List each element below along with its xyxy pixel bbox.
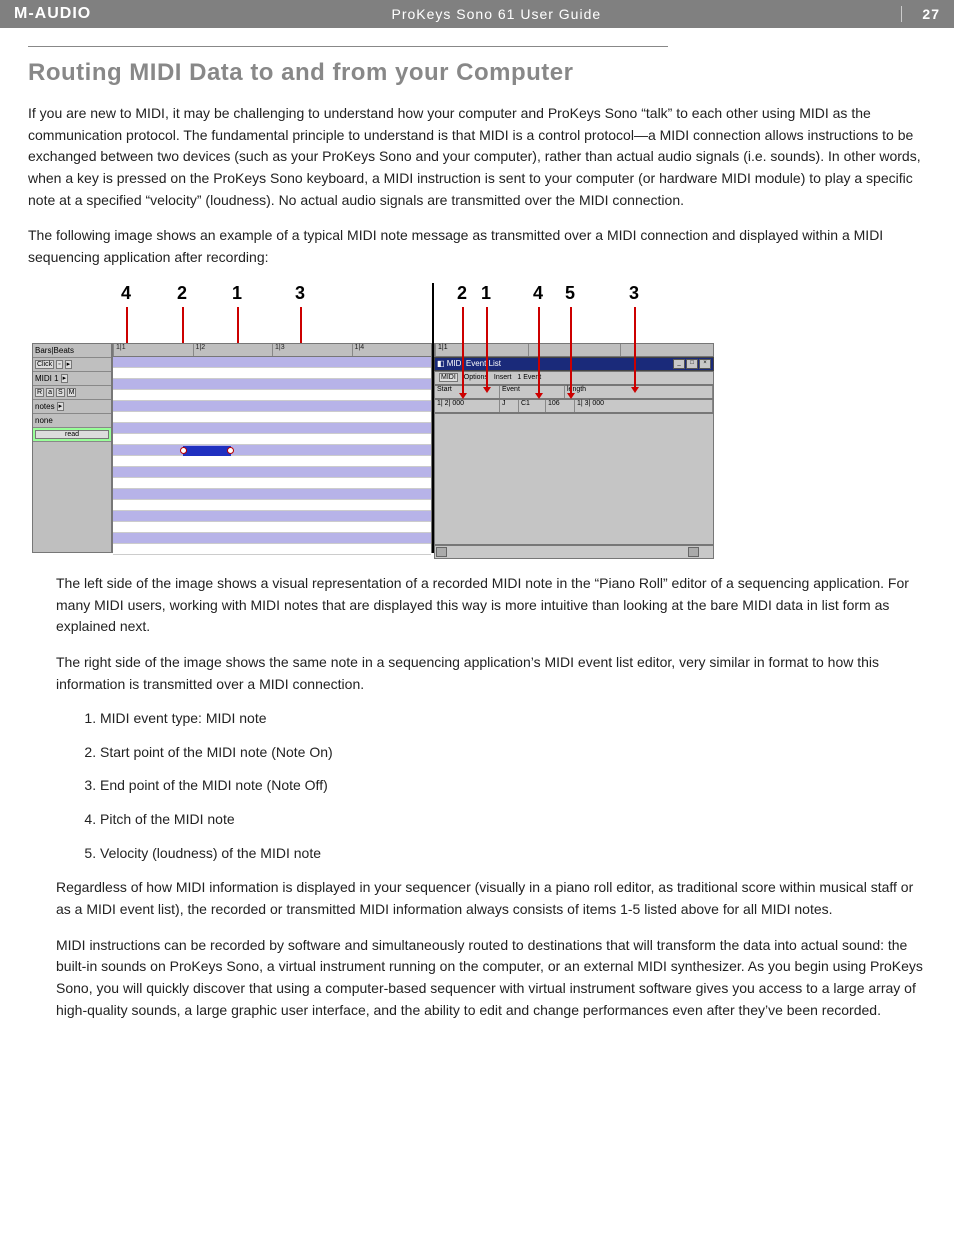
cell-type: J [500, 400, 519, 412]
callout-5: 5 [565, 283, 575, 304]
list-item: Velocity (loudness) of the MIDI note [100, 844, 926, 864]
paragraph-2: The following image shows an example of … [28, 225, 926, 268]
callout-3: 3 [295, 283, 305, 304]
callout-4: 4 [533, 283, 543, 304]
rec-btn[interactable]: R [35, 388, 44, 397]
piano-roll-grid[interactable]: 1|1 1|2 1|3 1|4 [112, 343, 432, 553]
view-notes: notes [35, 402, 55, 411]
page-header: M-AUDIO ProKeys Sono 61 User Guide 27 [0, 0, 954, 28]
list-item: Pitch of the MIDI note [100, 810, 926, 830]
event-list-app: 1|1 ◧ MIDI Event List _ □ × MIDI Options… [434, 343, 714, 553]
tiny-btn[interactable]: ▸ [61, 374, 69, 383]
window-title: ◧ MIDI Event List [437, 359, 501, 368]
maximize-icon[interactable]: □ [686, 359, 698, 369]
cell-pitch: C1 [519, 400, 546, 412]
event-list-titlebar[interactable]: ◧ MIDI Event List _ □ × [434, 357, 714, 371]
midi-note[interactable] [183, 446, 231, 456]
automation-read[interactable]: read [35, 430, 109, 439]
minimize-icon[interactable]: _ [673, 359, 685, 369]
click-button[interactable]: Click [35, 360, 54, 369]
event-count: 1 Event [517, 374, 541, 381]
callout-1: 1 [232, 283, 242, 304]
col-length: length [565, 386, 713, 398]
callout-2: 2 [177, 283, 187, 304]
event-list-timeline-top: 1|1 [434, 343, 714, 357]
event-list-body[interactable] [434, 413, 714, 545]
figure-right-event-list: 2 1 4 5 3 1|1 ◧ MIDI Event List [432, 283, 714, 553]
brand-logo: M-AUDIO [14, 5, 91, 23]
page-content: Routing MIDI Data to and from your Compu… [0, 28, 954, 1075]
left-callout-row: 4 2 1 3 [32, 283, 432, 309]
options-button[interactable]: Options [464, 374, 488, 381]
piano-roll-sidebar: Bars|Beats Click◦▸ MIDI 1▸ R a S M notes… [32, 343, 112, 553]
col-start: Start [435, 386, 500, 398]
list-item: MIDI event type: MIDI note [100, 709, 926, 729]
right-callout-row: 2 1 4 5 3 [434, 283, 714, 309]
mute-btn[interactable]: M [67, 388, 77, 397]
paragraph-3: The left side of the image shows a visua… [56, 573, 926, 638]
tiny-btn[interactable]: ◦ [56, 360, 62, 369]
solo-btn[interactable]: S [56, 388, 65, 397]
pr-header: Bars|Beats [33, 344, 111, 358]
doc-title: ProKeys Sono 61 User Guide [91, 6, 901, 22]
close-icon[interactable]: × [699, 359, 711, 369]
event-list-scrollbar[interactable] [434, 545, 714, 559]
paragraph-4: The right side of the image shows the sa… [56, 652, 926, 695]
paragraph-1: If you are new to MIDI, it may be challe… [28, 103, 926, 211]
piano-roll-app: Bars|Beats Click◦▸ MIDI 1▸ R a S M notes… [32, 343, 432, 553]
cell-velocity: 106 [546, 400, 575, 412]
midi-filter-button[interactable]: MIDI [439, 373, 458, 382]
a-btn[interactable]: a [46, 388, 54, 397]
cell-length: 1| 3| 000 [575, 400, 713, 412]
event-list-toolbar: MIDI Options Insert 1 Event [434, 371, 714, 385]
list-item: Start point of the MIDI note (Note On) [100, 743, 926, 763]
title-rule [28, 46, 668, 47]
tiny-btn[interactable]: ▸ [65, 360, 73, 369]
paragraph-6: MIDI instructions can be recorded by sof… [56, 935, 926, 1022]
callout-4: 4 [121, 283, 131, 304]
track-name: MIDI 1 [35, 374, 59, 383]
paragraph-5: Regardless of how MIDI information is di… [56, 877, 926, 920]
callout-2: 2 [457, 283, 467, 304]
callout-3: 3 [629, 283, 639, 304]
view-none: none [35, 416, 53, 425]
figure-left-piano-roll: 4 2 1 3 Bars|Beats Click◦▸ MIDI 1▸ R a [32, 283, 432, 553]
insert-button[interactable]: Insert [494, 374, 512, 381]
callout-1: 1 [481, 283, 491, 304]
section-title: Routing MIDI Data to and from your Compu… [28, 59, 926, 87]
midi-items-list: MIDI event type: MIDI note Start point o… [28, 709, 926, 863]
col-event: Event [500, 386, 565, 398]
page-number: 27 [901, 6, 940, 22]
tiny-btn[interactable]: ▸ [57, 402, 65, 411]
event-list-row[interactable]: 1| 2| 000 J C1 106 1| 3| 000 [434, 399, 714, 413]
list-item: End point of the MIDI note (Note Off) [100, 776, 926, 796]
cell-start: 1| 2| 000 [435, 400, 500, 412]
midi-figure: 4 2 1 3 Bars|Beats Click◦▸ MIDI 1▸ R a [28, 283, 926, 553]
piano-roll-timeline: 1|1 1|2 1|3 1|4 [113, 344, 431, 357]
event-list-columns: Start Event length [434, 385, 714, 399]
